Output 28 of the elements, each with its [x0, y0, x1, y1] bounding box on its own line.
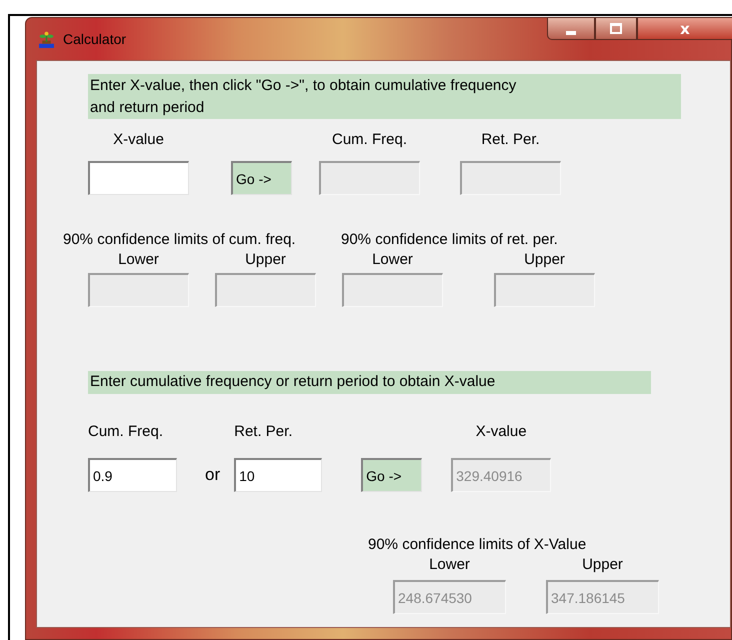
field-label: Lower: [118, 250, 159, 270]
input-field[interactable]: [88, 161, 189, 195]
or-label: or: [205, 464, 220, 486]
plant-icon: [38, 30, 55, 48]
input-field[interactable]: 10: [234, 458, 322, 492]
field-label: Cum. Freq.: [332, 130, 407, 150]
field-label: Upper: [245, 250, 286, 270]
field-label: Lower: [372, 250, 413, 270]
field-label: Ret. Per.: [481, 130, 540, 150]
field-label: Lower: [429, 555, 470, 575]
instruction-text: Enter X-value, then click "Go ->", to obtain cumulative frequency and return period: [88, 74, 681, 119]
field-label: X-value: [476, 422, 527, 442]
field-label: Ret. Per.: [234, 422, 292, 442]
field-label: X-value: [113, 130, 164, 150]
field-label: Upper: [582, 555, 623, 575]
limits-heading: 90% confidence limits of X-Value: [368, 535, 588, 555]
go-button[interactable]: Go ->: [231, 161, 292, 195]
close-button[interactable]: x: [637, 17, 732, 40]
go-button[interactable]: Go ->: [361, 458, 422, 492]
minimize-button[interactable]: [547, 17, 595, 40]
maximize-button[interactable]: [595, 17, 637, 40]
limits-heading: 90% confidence limits of ret. per.: [341, 230, 559, 250]
window-title: Calculator: [63, 31, 126, 47]
limits-heading: 90% confidence limits of cum. freq.: [63, 230, 297, 250]
field-label: Upper: [524, 250, 565, 270]
field-label: Cum. Freq.: [88, 422, 164, 442]
input-field[interactable]: 0.9: [88, 458, 177, 492]
instruction-text: Enter cumulative frequency or return period to obtain X-value: [88, 371, 651, 394]
